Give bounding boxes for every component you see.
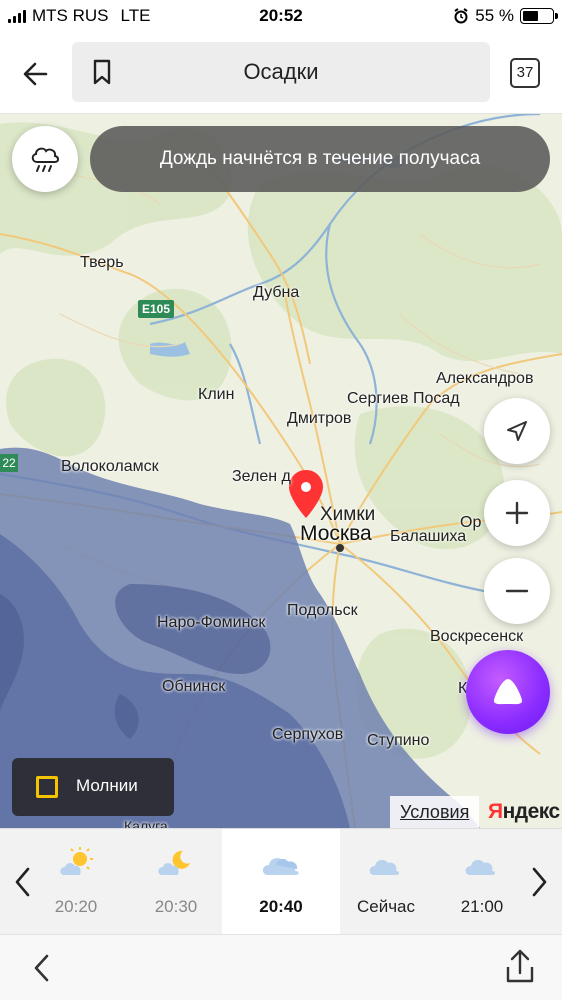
timeline-time: 20:20 (54, 897, 98, 916)
city-volokolamsk: Волоколамск (61, 458, 159, 475)
city-stupino: Ступино (367, 732, 430, 749)
battery-icon (520, 8, 558, 24)
road-sign-edge: 22 (0, 454, 18, 472)
timeline-prev-button[interactable] (0, 829, 46, 935)
rain-cloud-icon (31, 147, 59, 172)
chevron-right-icon (532, 867, 547, 897)
timeline-slot[interactable]: 20:30 (146, 829, 206, 935)
my-location-button[interactable] (484, 398, 550, 464)
alice-assistant-button[interactable] (466, 650, 550, 734)
timeline-slot[interactable]: 20:20 (46, 829, 106, 935)
city-obninsk: Обнинск (162, 678, 226, 695)
moon-cloud-icon (146, 843, 206, 883)
city-moscow: Москва (300, 522, 372, 545)
battery-percent: 55 % (475, 6, 514, 25)
status-bar: MTS RUS LTE 20:52 55 % (0, 0, 562, 32)
cloud-icon (340, 843, 432, 883)
chevron-left-icon (15, 867, 30, 897)
yandex-logo-ya: Я (488, 800, 503, 823)
share-icon (506, 949, 534, 983)
yandex-logo-rest: ндекс (502, 800, 561, 823)
terms-link[interactable]: Условия (390, 796, 480, 828)
lightning-toggle[interactable]: Молнии (12, 758, 174, 816)
top-toolbar: Осадки 37 (0, 32, 562, 114)
road-sign-e105: E105 (141, 302, 171, 316)
city-serpukhov: Серпухов (272, 726, 344, 743)
lightning-checkbox[interactable] (36, 776, 58, 798)
zoom-out-button[interactable] (484, 558, 550, 624)
navigation-arrow-icon (507, 421, 527, 441)
share-button[interactable] (502, 947, 538, 987)
tabs-count-button[interactable]: 37 (510, 58, 540, 88)
rain-forecast-banner: Дождь начнётся в течение получаса (90, 126, 550, 192)
minus-icon (505, 589, 529, 593)
timeline-time: 20:30 (154, 897, 198, 916)
timeline-time: 21:00 (460, 897, 504, 916)
page-title: Осадки (243, 59, 319, 84)
city-klin: Клин (198, 386, 235, 403)
sun-cloud-icon (46, 843, 106, 883)
timeline-time: 20:40 (259, 897, 303, 916)
status-right: 55 % (453, 6, 558, 26)
city-podolsk: Подольск (287, 602, 358, 619)
zoom-in-button[interactable] (484, 480, 550, 546)
city-tver: Тверь (80, 254, 124, 271)
yandex-logo: Яндекс (488, 796, 560, 828)
precipitation-mode-button[interactable] (12, 126, 78, 192)
city-orekhovo: Ор (460, 514, 482, 531)
city-alexandrov: Александров (436, 370, 534, 387)
browser-bottom-bar (0, 934, 562, 1000)
lightning-label: Молнии (76, 776, 138, 795)
search-title-field[interactable]: Осадки (72, 42, 490, 102)
plus-icon (505, 501, 529, 525)
timeline-next-button[interactable] (516, 829, 562, 935)
timeline-time: Сейчас (356, 897, 416, 916)
alice-icon (494, 679, 522, 705)
city-voskresensk: Воскресенск (430, 628, 524, 645)
city-dmitrov: Дмитров (287, 410, 352, 427)
alarm-icon (454, 8, 468, 24)
chevron-left-icon (34, 954, 49, 982)
browser-back-button[interactable] (28, 951, 58, 985)
cloud-icon (448, 843, 516, 883)
timeline-slot[interactable]: 21:00 (448, 829, 516, 935)
city-sergiev-posad: Сергиев Посад (347, 390, 460, 407)
timeline-strip: 20:20 20:30 20:40 Сейчас 21:00 (0, 828, 562, 935)
city-balashikha: Балашиха (390, 528, 467, 545)
timeline-slot-active[interactable]: 20:40 (222, 829, 340, 935)
cloud-icon (222, 843, 340, 883)
arrow-left-icon (23, 62, 48, 86)
city-naro-fominsk: Наро-Фоминск (157, 614, 266, 631)
timeline-slot[interactable]: Сейчас (340, 829, 432, 935)
back-button[interactable] (18, 56, 54, 92)
city-kaluga: Калуга (124, 818, 168, 828)
city-zelenograd: Зелен д (232, 468, 291, 485)
city-dubna: Дубна (253, 284, 300, 301)
